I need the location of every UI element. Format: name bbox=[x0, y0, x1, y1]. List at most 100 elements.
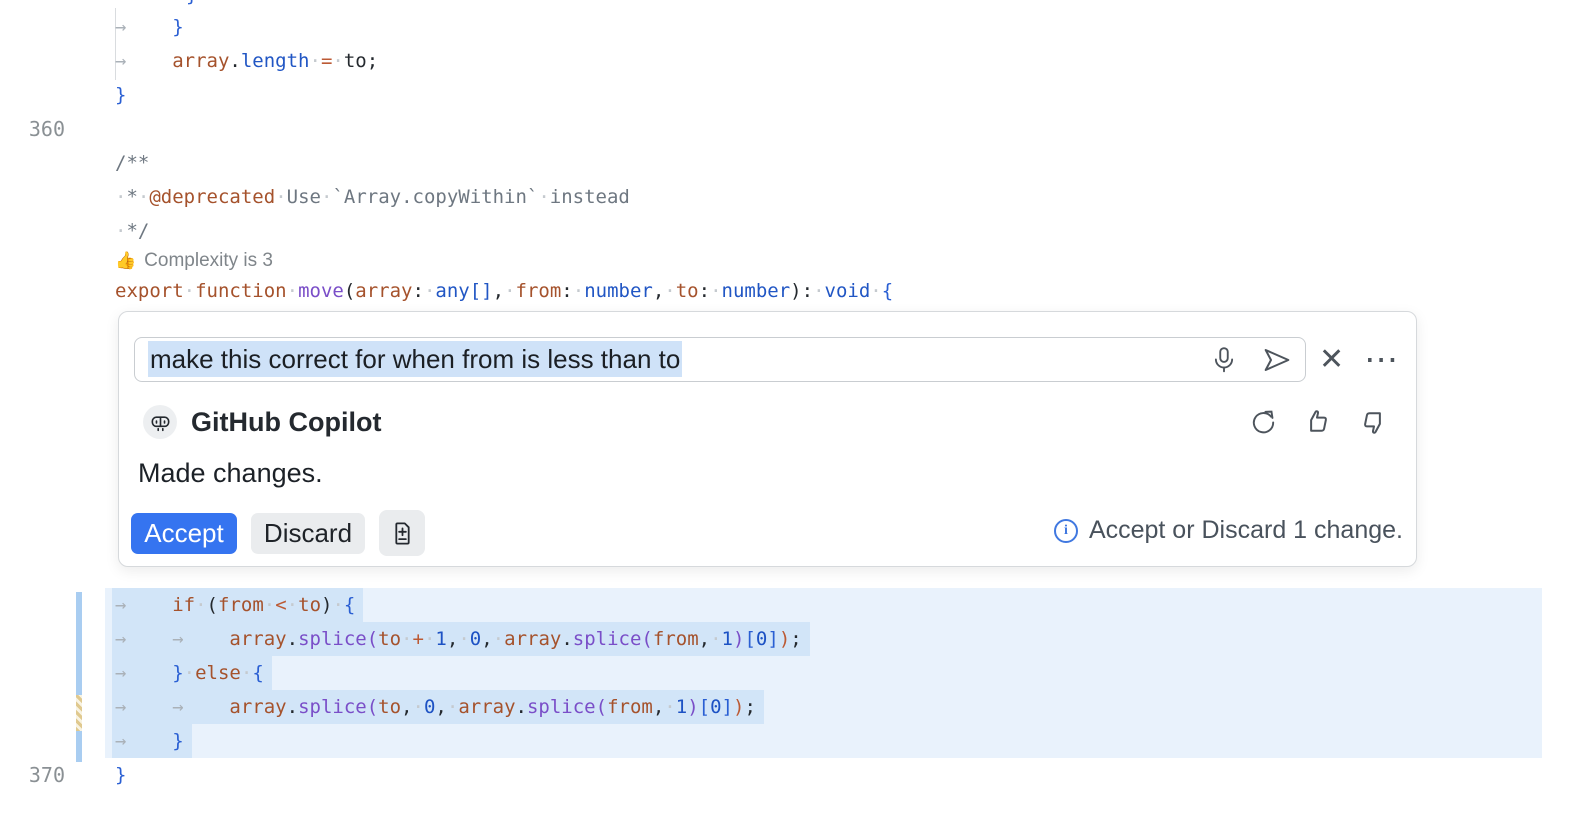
code-line[interactable]: → if·(from·<·to)·{ bbox=[0, 588, 1578, 622]
code-token: { bbox=[252, 662, 263, 684]
code-token: move bbox=[298, 280, 344, 302]
code-line[interactable]: ·*·@deprecated·Use·`Array.copyWithin`·in… bbox=[0, 180, 1578, 214]
thumbs-up-emoji-icon: 👍 bbox=[115, 251, 136, 270]
code-token: · bbox=[138, 186, 149, 208]
code-token: array bbox=[172, 50, 229, 72]
code-line[interactable]: → array.length·=·to; bbox=[0, 44, 1578, 78]
code-token: from bbox=[218, 594, 264, 616]
code-line[interactable]: 370} bbox=[0, 758, 1578, 792]
code-token: splice bbox=[298, 696, 367, 718]
chat-input[interactable]: make this correct for when from is less … bbox=[134, 337, 1306, 382]
editor-code-area[interactable]: → }→ array.length·=·to;}360/**·*·@deprec… bbox=[0, 10, 1578, 308]
code-token: array bbox=[229, 696, 286, 718]
code-token: any bbox=[435, 280, 469, 302]
code-token: to bbox=[378, 628, 401, 650]
code-token: 1 bbox=[676, 696, 687, 718]
code-token: · bbox=[458, 628, 469, 650]
code-token: : bbox=[699, 280, 710, 302]
code-token: · bbox=[310, 50, 321, 72]
code-token: } bbox=[172, 16, 183, 38]
code-line[interactable]: → } bbox=[0, 10, 1578, 44]
send-icon[interactable] bbox=[1261, 344, 1293, 376]
code-line[interactable]: → → array.splice(to·+·1,·0,·array.splice… bbox=[0, 622, 1578, 656]
code-token: < bbox=[275, 594, 286, 616]
mic-icon[interactable] bbox=[1209, 345, 1239, 375]
code-token: · bbox=[870, 280, 881, 302]
code-token: to bbox=[344, 50, 367, 72]
code-token: · bbox=[401, 628, 412, 650]
copilot-logo-icon bbox=[149, 411, 172, 434]
code-token: · bbox=[573, 280, 584, 302]
code-token: · bbox=[447, 696, 458, 718]
code-token: 1 bbox=[435, 628, 446, 650]
code-token: : bbox=[412, 280, 423, 302]
code-token: · bbox=[504, 280, 515, 302]
code-token: · bbox=[424, 280, 435, 302]
code-token: . bbox=[287, 696, 298, 718]
code-token: · bbox=[115, 186, 126, 208]
code-token: . bbox=[516, 696, 527, 718]
code-line[interactable]: → } bbox=[0, 724, 1578, 758]
code-token: · bbox=[664, 696, 675, 718]
code-token: , bbox=[653, 696, 664, 718]
code-token: ; bbox=[744, 696, 755, 718]
code-line[interactable]: ·*/ bbox=[0, 214, 1578, 248]
code-line[interactable]: } bbox=[0, 78, 1578, 112]
code-token: · bbox=[664, 280, 675, 302]
file-plus-minus-icon bbox=[389, 520, 416, 547]
code-token: → bbox=[115, 16, 172, 38]
code-token: from bbox=[653, 628, 699, 650]
code-token: ] bbox=[722, 696, 733, 718]
accept-button[interactable]: Accept bbox=[131, 513, 237, 554]
code-token: · bbox=[424, 628, 435, 650]
codelens[interactable]: 👍 Complexity is 3 bbox=[0, 248, 1578, 274]
code-token: Use bbox=[287, 186, 321, 208]
copilot-avatar bbox=[143, 405, 177, 439]
response-text: Made changes. bbox=[138, 458, 323, 489]
code-token: to bbox=[676, 280, 699, 302]
closing-line[interactable]: 370} bbox=[0, 758, 1578, 792]
code-token: number bbox=[584, 280, 653, 302]
code-token: array bbox=[355, 280, 412, 302]
code-token: number bbox=[722, 280, 791, 302]
code-line[interactable]: → }·else·{ bbox=[0, 656, 1578, 690]
changed-code-block[interactable]: → if·(from·<·to)·{→ → array.splice(to·+·… bbox=[0, 588, 1578, 758]
refresh-icon[interactable] bbox=[1249, 408, 1278, 437]
code-token: · bbox=[184, 662, 195, 684]
code-token: ) bbox=[779, 628, 790, 650]
code-token: · bbox=[813, 280, 824, 302]
code-token: + bbox=[413, 628, 424, 650]
status-text: Accept or Discard 1 change. bbox=[1089, 516, 1403, 545]
chat-input-value[interactable]: make this correct for when from is less … bbox=[148, 344, 682, 375]
more-icon[interactable]: ⋯ bbox=[1364, 343, 1399, 377]
code-token: void bbox=[825, 280, 871, 302]
changed-line-selection: → }·else·{ bbox=[112, 656, 272, 690]
code-token: 0 bbox=[710, 696, 721, 718]
thumbs-up-icon[interactable] bbox=[1303, 407, 1333, 437]
code-token: from bbox=[607, 696, 653, 718]
code-token: → bbox=[115, 730, 172, 752]
code-token: else bbox=[195, 662, 241, 684]
code-token: ) bbox=[733, 628, 744, 650]
code-token: splice bbox=[527, 696, 596, 718]
code-line[interactable]: 360 bbox=[0, 112, 1578, 146]
code-token: · bbox=[332, 50, 343, 72]
thumbs-down-icon[interactable] bbox=[1358, 407, 1388, 437]
code-token: ( bbox=[367, 696, 378, 718]
code-token: → bbox=[115, 594, 172, 616]
close-icon[interactable]: ✕ bbox=[1319, 345, 1344, 375]
code-token: , bbox=[699, 628, 710, 650]
code-token: } bbox=[115, 84, 126, 106]
toggle-diff-button[interactable] bbox=[379, 510, 425, 556]
codelens-label: Complexity is 3 bbox=[144, 250, 273, 271]
code-line[interactable]: /** bbox=[0, 146, 1578, 180]
code-token: . bbox=[229, 50, 240, 72]
code-line[interactable]: → → array.splice(to,·0,·array.splice(fro… bbox=[0, 690, 1578, 724]
code-line[interactable]: export·function·move(array:·any[],·from:… bbox=[0, 274, 1578, 308]
code-token: . bbox=[287, 628, 298, 650]
discard-button[interactable]: Discard bbox=[251, 513, 365, 554]
changed-line-selection: → → array.splice(to,·0,·array.splice(fro… bbox=[112, 690, 764, 724]
code-token: · bbox=[264, 594, 275, 616]
code-token: · bbox=[710, 280, 721, 302]
code-token: splice bbox=[573, 628, 642, 650]
